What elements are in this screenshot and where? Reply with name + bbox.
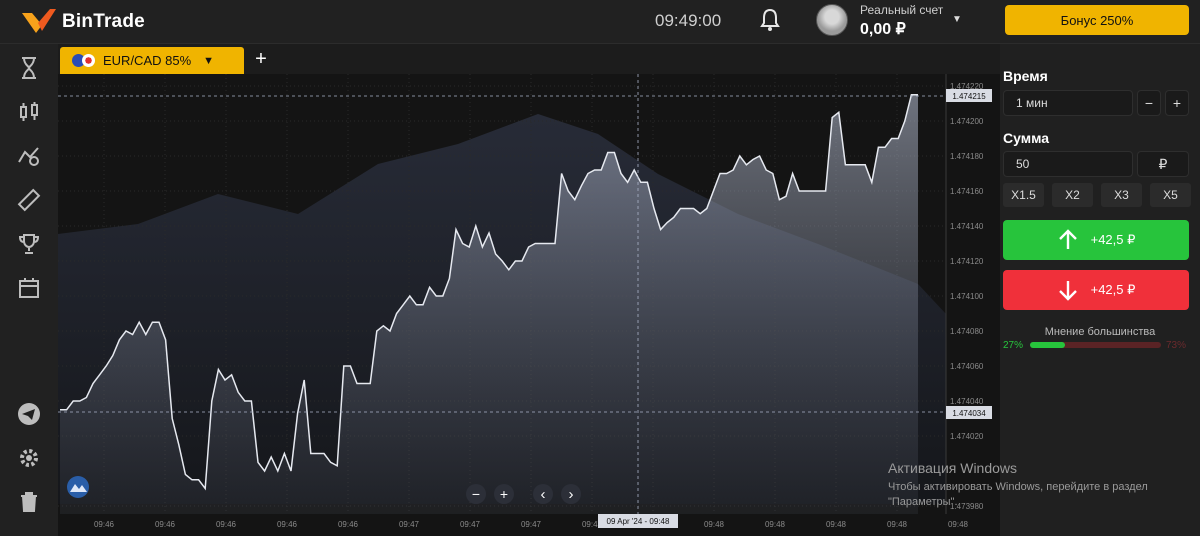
sentiment-label: Мнение большинства xyxy=(1044,326,1156,338)
price-tick-label: 1.474080 xyxy=(950,327,984,336)
zoom-in-label: + xyxy=(500,486,508,502)
hourglass-icon[interactable] xyxy=(17,56,41,80)
time-tick-label: 09:48 xyxy=(826,520,847,529)
time-tick-label: 09:48 xyxy=(887,520,908,529)
put-payout: +42,5 ₽ xyxy=(1090,282,1136,297)
trash-icon[interactable] xyxy=(17,490,41,514)
time-tick-label: 09:46 xyxy=(94,520,115,529)
price-tick-label: 1.474200 xyxy=(950,117,984,126)
time-minus-button[interactable]: − xyxy=(1137,90,1161,116)
amount-label: Сумма xyxy=(1003,130,1050,146)
logo-icon xyxy=(22,9,56,33)
price-tick-label: 1.474180 xyxy=(950,152,984,161)
price-tick-label: 1.474020 xyxy=(950,432,984,441)
time-label: Время xyxy=(1003,68,1048,84)
settings-icon[interactable] xyxy=(17,446,41,470)
price-tick-label: 1.474040 xyxy=(950,397,984,406)
time-axis: 09:46 09:46 09:46 09:46 09:46 09:47 09:47 09:47… xyxy=(94,520,969,529)
arrow-up-icon xyxy=(1058,229,1077,249)
time-tick-label: 09:47 xyxy=(521,520,542,529)
asset-tab-eurcad[interactable]: EUR/CAD 85% ▼ xyxy=(60,47,244,74)
logo-text: BinTrade xyxy=(62,11,145,32)
sentiment-up-percent: 27% xyxy=(1003,340,1024,351)
crosshair-time-label: 09 Apr '24 - 09:48 xyxy=(607,517,670,526)
price-tick-label: 1.474120 xyxy=(950,257,984,266)
add-tab-button[interactable]: + xyxy=(250,47,272,71)
time-tick-label: 09:46 xyxy=(155,520,176,529)
currency-button[interactable]: ₽ xyxy=(1137,151,1189,177)
asset-tab-bar: EUR/CAD 85% ▼ + xyxy=(58,44,1000,74)
bell-icon[interactable] xyxy=(760,8,780,32)
multiplier-x5-button[interactable]: X5 xyxy=(1150,183,1191,207)
windows-activation-body: Чтобы активировать Windows, перейдите в … xyxy=(888,481,1148,508)
time-plus-button[interactable]: + xyxy=(1165,90,1189,116)
time-tick-label: 09:46 xyxy=(216,520,237,529)
caret-down-icon[interactable]: ▼ xyxy=(952,14,962,25)
arrow-down-icon xyxy=(1058,281,1077,301)
price-tick-label: 1.474140 xyxy=(950,222,984,231)
server-clock: 09:49:00 xyxy=(655,11,722,30)
telegram-icon[interactable] xyxy=(17,402,41,426)
time-tick-label: 09:48 xyxy=(765,520,786,529)
zoom-out-label: − xyxy=(472,486,480,502)
current-price-label: 1.474215 xyxy=(952,92,986,101)
multiplier-x2-button[interactable]: X2 xyxy=(1052,183,1093,207)
price-tick-label: 1.474160 xyxy=(950,187,984,196)
price-tick-label: 1.474100 xyxy=(950,292,984,301)
open-price-label: 1.474034 xyxy=(952,409,986,418)
time-tick-label: 09:46 xyxy=(338,520,359,529)
chevron-down-icon: ▼ xyxy=(203,54,215,67)
time-tick-label: 09:48 xyxy=(948,520,969,529)
indicators-icon[interactable] xyxy=(17,144,41,168)
sentiment-bar-fill xyxy=(1030,342,1066,348)
sentiment-bar xyxy=(1030,342,1161,348)
ruler-icon[interactable] xyxy=(17,188,41,212)
amount-field[interactable]: 50 xyxy=(1003,151,1133,177)
scroll-left-label: ‹ xyxy=(541,486,546,503)
time-field[interactable]: 1 мин xyxy=(1003,90,1133,116)
calendar-icon[interactable] xyxy=(17,276,41,300)
account-type-label: Реальный счет xyxy=(860,3,944,17)
bonus-button[interactable]: Бонус 250% xyxy=(1005,5,1189,35)
multiplier-x3-button[interactable]: X3 xyxy=(1101,183,1142,207)
trade-panel: Время 1 мин − + Сумма 50 ₽ X1.5 X2 X3 X5… xyxy=(1000,44,1200,536)
time-tick-label: 09:46 xyxy=(277,520,298,529)
avatar[interactable] xyxy=(816,4,848,36)
price-chart[interactable]: 1.474220 1.474200 1.474180 1.474160 1.474140… xyxy=(58,74,1000,536)
account-selector[interactable]: Реальный счет 0,00 ₽ xyxy=(860,3,943,39)
call-button[interactable]: +42,5 ₽ xyxy=(1003,220,1189,260)
time-tick-label: 09:47 xyxy=(460,520,481,529)
windows-activation-title: Активация Windows xyxy=(888,460,1018,476)
candles-icon[interactable] xyxy=(17,100,41,124)
put-button[interactable]: +42,5 ₽ xyxy=(1003,270,1189,310)
call-payout: +42,5 ₽ xyxy=(1090,232,1136,247)
multiplier-x1-5-button[interactable]: X1.5 xyxy=(1003,183,1044,207)
time-tick-label: 09:48 xyxy=(704,520,725,529)
price-tick-label: 1.474060 xyxy=(950,362,984,371)
logo[interactable]: BinTrade xyxy=(22,9,145,35)
sentiment-down-percent: 73% xyxy=(1166,340,1187,351)
sidebar xyxy=(0,44,58,536)
account-balance: 0,00 ₽ xyxy=(860,21,906,38)
trophy-icon[interactable] xyxy=(17,232,41,256)
ca-flag-icon xyxy=(82,54,95,67)
asset-tab-label: EUR/CAD 85% xyxy=(103,53,192,68)
time-tick-label: 09:47 xyxy=(399,520,420,529)
chart-type-button[interactable] xyxy=(67,476,89,498)
top-bar: BinTrade 09:49:00 Реальный счет 0,00 ₽ ▼… xyxy=(0,0,1200,44)
scroll-right-label: › xyxy=(569,486,574,503)
